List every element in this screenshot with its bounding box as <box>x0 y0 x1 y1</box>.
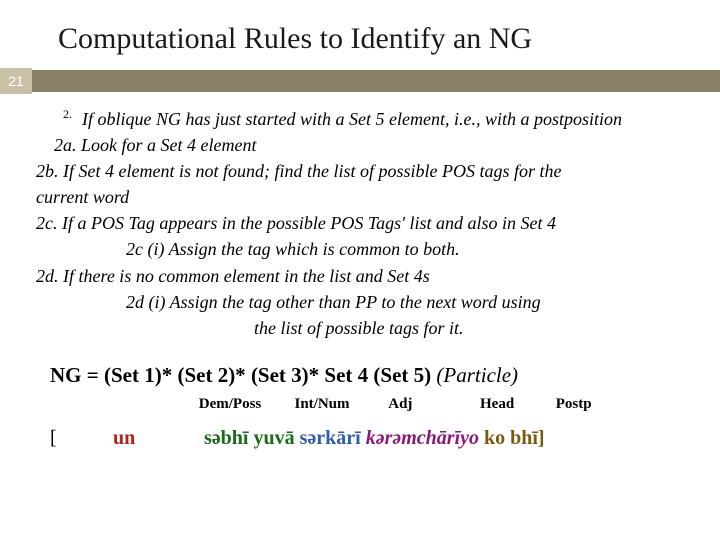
slide-title: Computational Rules to Identify an NG <box>0 0 720 70</box>
example-int1: səbhī <box>204 427 248 449</box>
example-head: kərəmchārīyo <box>366 427 479 449</box>
rules-body: 2.If oblique NG has just started with a … <box>0 92 720 341</box>
label-postp: Postp <box>556 396 592 413</box>
rule-2b-cont: current word <box>34 184 690 210</box>
rule-2c-i: 2c (i) Assign the tag which is common to… <box>34 236 690 262</box>
label-dem: Dem/Poss <box>199 396 291 413</box>
accent-band: 21 <box>0 70 720 92</box>
ng-formula: NG = (Set 1)* (Set 2)* (Set 3)* Set 4 (S… <box>50 363 690 388</box>
rule-2-text: If oblique NG has just started with a Se… <box>82 109 622 129</box>
rule-2b: 2b. If Set 4 element is not found; find … <box>34 158 690 184</box>
formula-set4: Set 4 <box>324 363 373 387</box>
example-adj: sərkārī <box>300 427 361 449</box>
bullet-number: 2. <box>34 106 82 123</box>
label-adj: Adj <box>388 396 476 413</box>
formula-block: NG = (Set 1)* (Set 2)* (Set 3)* Set 4 (S… <box>0 341 720 450</box>
slide: Computational Rules to Identify an NG 21… <box>0 0 720 540</box>
formula-set2: (Set 2)* <box>177 363 250 387</box>
rule-2: 2.If oblique NG has just started with a … <box>34 106 690 132</box>
formula-set5: (Set 5) <box>373 363 436 387</box>
formula-set1: (Set 1)* <box>104 363 177 387</box>
rule-2d-i-cont: the list of possible tags for it. <box>34 315 690 341</box>
example-open-bracket: [ <box>50 427 108 450</box>
rule-2d-i: 2d (i) Assign the tag other than PP to t… <box>34 289 690 315</box>
labels-row: Dem/Poss Int/Num Adj Head Postp <box>50 388 690 413</box>
formula-set3: (Set 3)* <box>251 363 324 387</box>
page-number-badge: 21 <box>0 68 32 94</box>
label-int: Int/Num <box>295 396 385 413</box>
example-dem: un <box>113 427 199 450</box>
rule-2a: 2a. Look for a Set 4 element <box>34 132 690 158</box>
formula-particle: (Particle) <box>436 363 518 387</box>
example-postp: ko bhī] <box>484 427 545 449</box>
rule-2c: 2c. If a POS Tag appears in the possible… <box>34 210 690 236</box>
label-head: Head <box>480 396 552 413</box>
example-int2: yuvā <box>253 427 294 449</box>
formula-lhs: NG = <box>50 363 104 387</box>
example-row: [ un səbhī yuvā sərkārī kərəmchārīyo ko … <box>50 413 690 450</box>
rule-2d: 2d. If there is no common element in the… <box>34 263 690 289</box>
